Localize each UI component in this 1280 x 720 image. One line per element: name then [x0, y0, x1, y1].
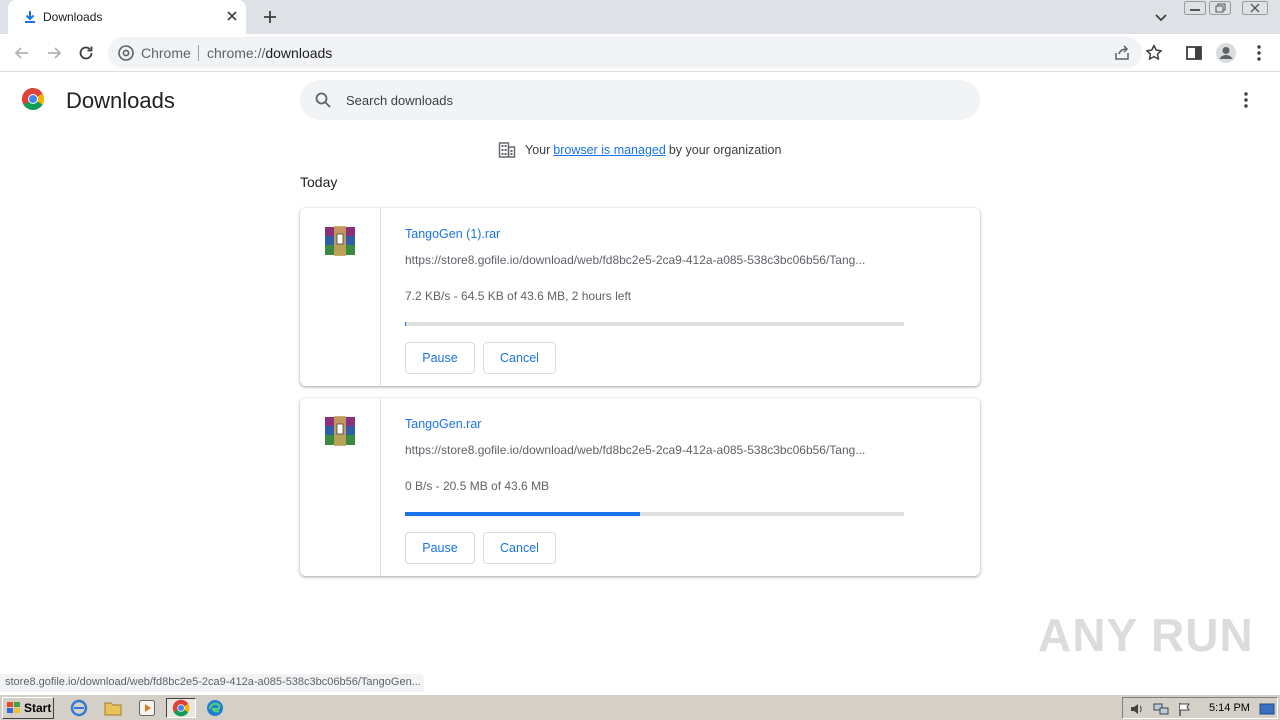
back-icon[interactable] [12, 43, 32, 63]
start-button[interactable]: Start [2, 697, 54, 719]
side-panel-icon[interactable] [1184, 43, 1204, 63]
url-path: downloads [265, 45, 333, 61]
close-tab-icon[interactable] [224, 8, 240, 24]
folder-icon [104, 702, 122, 716]
chrome-icon [172, 699, 190, 717]
search-downloads-input[interactable] [346, 90, 946, 110]
show-desktop-icon[interactable] [1259, 701, 1275, 717]
profile-avatar-icon[interactable] [1215, 42, 1237, 64]
site-label: Chrome [141, 45, 191, 61]
ie-icon [70, 699, 88, 717]
taskbar: Start 5:14 PM [0, 694, 1280, 720]
file-url[interactable]: https://store8.gofile.io/download/web/fd… [405, 443, 905, 457]
progress-bar [405, 512, 904, 516]
address-bar[interactable]: Chrome chrome://downloads [108, 37, 1142, 68]
system-tray: 5:14 PM [1122, 697, 1278, 719]
url-scheme: chrome:// [207, 45, 266, 61]
rar-archive-icon [325, 416, 355, 446]
chevron-down-icon[interactable] [1153, 9, 1169, 25]
browser-toolbar: Chrome chrome://downloads [0, 34, 1280, 72]
tab-downloads[interactable]: Downloads [8, 0, 246, 34]
file-url[interactable]: https://store8.gofile.io/download/web/fd… [405, 253, 905, 267]
managed-notice: Your browser is managed by your organiza… [498, 140, 781, 160]
download-status: 0 B/s - 20.5 MB of 43.6 MB [405, 479, 550, 493]
pause-button[interactable]: Pause [405, 532, 475, 564]
url-text: chrome://downloads [207, 45, 332, 61]
restore-icon[interactable] [1209, 1, 1231, 15]
edge-icon [207, 700, 223, 716]
file-icon-column [300, 208, 381, 386]
tab-strip: Downloads [0, 0, 1280, 34]
internet-explorer-taskbar[interactable] [68, 698, 90, 718]
new-tab-icon[interactable] [261, 8, 279, 26]
search-icon [315, 92, 331, 108]
start-label: Start [24, 701, 52, 715]
more-actions-icon[interactable] [1236, 90, 1256, 110]
volume-icon[interactable] [1129, 701, 1145, 717]
file-name-link[interactable]: TangoGen (1).rar [405, 227, 500, 241]
progress-fill [405, 322, 406, 326]
section-label-today: Today [300, 174, 338, 190]
cancel-button[interactable]: Cancel [483, 342, 556, 374]
chrome-menu-icon[interactable] [1249, 43, 1269, 63]
media-player-icon [139, 700, 155, 716]
download-item: TangoGen.rar https://store8.gofile.io/do… [300, 398, 980, 576]
media-player-taskbar[interactable] [136, 698, 158, 718]
explorer-taskbar[interactable] [102, 698, 124, 718]
minimize-icon[interactable] [1184, 1, 1206, 15]
download-status: 7.2 KB/s - 64.5 KB of 43.6 MB, 2 hours l… [405, 289, 632, 303]
chrome-taskbar[interactable] [166, 698, 196, 718]
windows-flag-icon [7, 702, 20, 713]
download-item: TangoGen (1).rar https://store8.gofile.i… [300, 208, 980, 386]
network-icon[interactable] [1153, 701, 1169, 717]
pause-button[interactable]: Pause [405, 342, 475, 374]
forward-icon[interactable] [44, 43, 64, 63]
file-name-link[interactable]: TangoGen.rar [405, 417, 481, 431]
download-icon [25, 11, 35, 23]
reload-icon[interactable] [76, 43, 96, 63]
share-icon[interactable] [1113, 44, 1131, 62]
page-title: Downloads [66, 88, 175, 113]
managed-text-after: by your organization [668, 143, 782, 157]
chrome-site-icon [118, 45, 134, 61]
close-window-icon[interactable] [1242, 1, 1268, 15]
browser-managed-link[interactable]: browser is managed [553, 143, 666, 157]
progress-bar [405, 322, 904, 326]
action-center-flag-icon[interactable] [1177, 701, 1193, 717]
rar-archive-icon [325, 226, 355, 256]
edge-taskbar[interactable] [204, 698, 226, 718]
building-icon [498, 142, 516, 158]
file-icon-column [300, 398, 381, 576]
downloads-header: Downloads [0, 72, 1280, 128]
taskbar-clock: 5:14 PM [1209, 702, 1250, 714]
bookmark-star-icon[interactable] [1144, 43, 1164, 63]
managed-text-before: Your [525, 143, 551, 157]
tab-title: Downloads [43, 10, 103, 24]
link-status-bar: store8.gofile.io/download/web/fd8bc2e5-2… [0, 674, 424, 692]
search-box[interactable] [300, 80, 980, 120]
watermark: ANY RUN [1038, 609, 1254, 661]
cancel-button[interactable]: Cancel [483, 532, 556, 564]
progress-fill [405, 512, 640, 516]
chrome-logo-icon [22, 88, 44, 110]
omnibox-separator [198, 45, 199, 61]
